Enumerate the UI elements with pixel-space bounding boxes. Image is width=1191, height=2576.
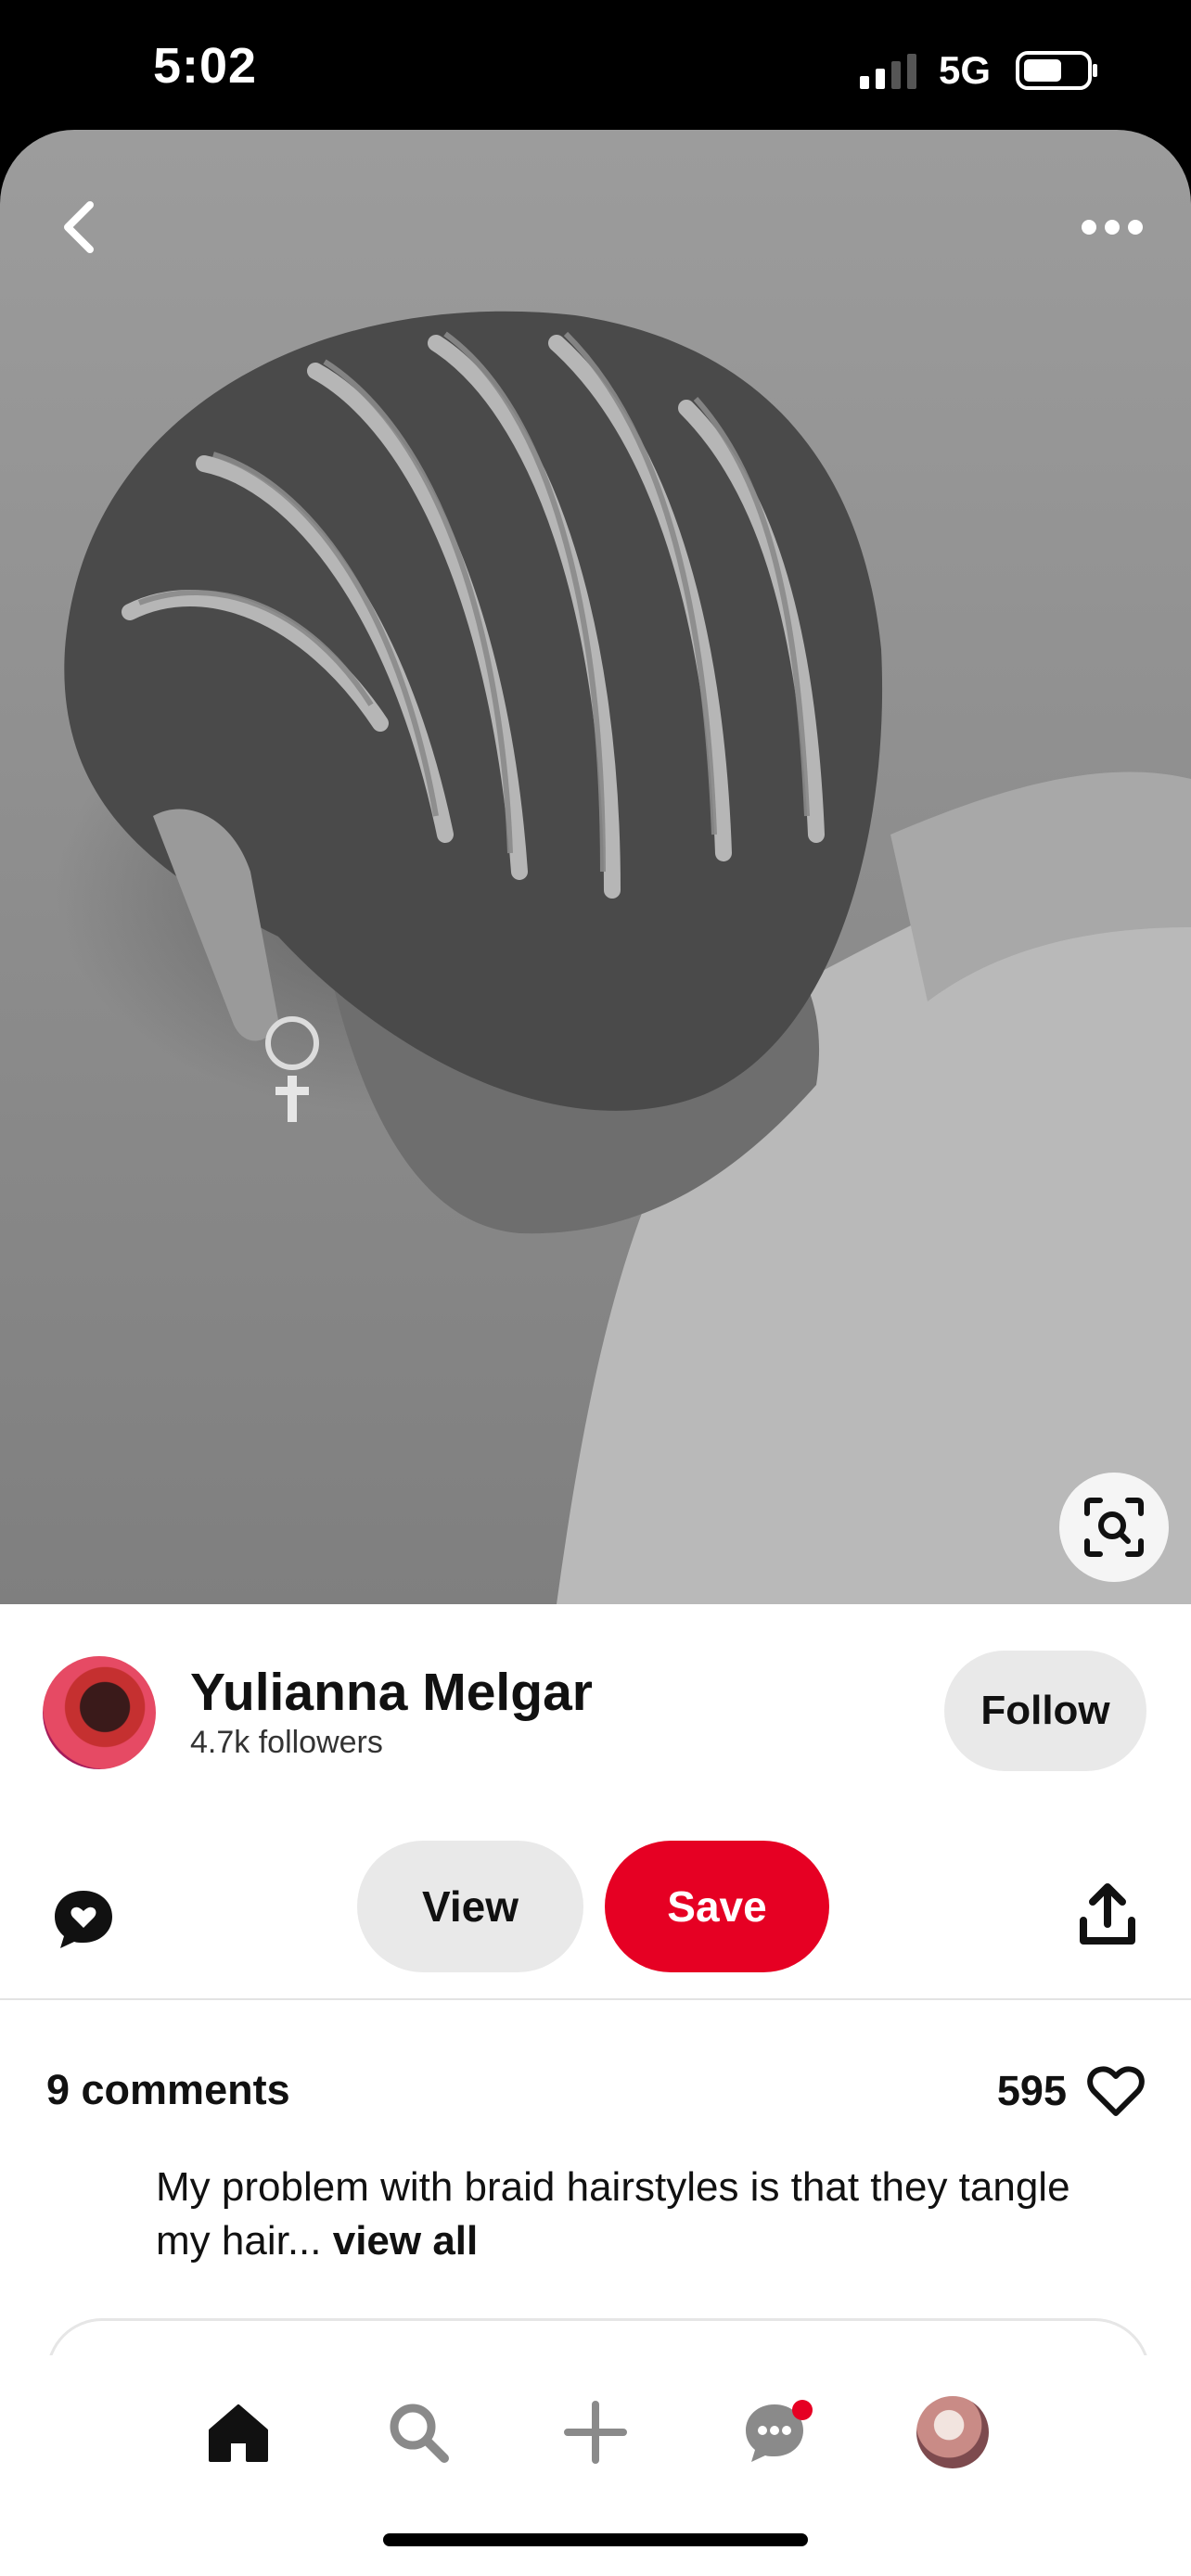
- comment-preview-text: My problem with braid hairstyles is that…: [156, 2164, 1070, 2264]
- notification-dot: [792, 2400, 813, 2420]
- creator-avatar[interactable]: [43, 1656, 156, 1769]
- more-options-button[interactable]: [1070, 185, 1154, 269]
- divider: [0, 1998, 1191, 2000]
- visual-search-button[interactable]: [1059, 1473, 1169, 1582]
- signal-icon: [860, 54, 916, 89]
- creator-name[interactable]: Yulianna Melgar: [190, 1662, 593, 1723]
- home-indicator: [383, 2533, 808, 2546]
- comments-count[interactable]: 9 comments: [46, 2066, 290, 2114]
- comment-preview[interactable]: My problem with braid hairstyles is that…: [156, 2161, 1083, 2268]
- nav-create[interactable]: [554, 2391, 637, 2474]
- view-button[interactable]: View: [357, 1841, 583, 1972]
- share-button[interactable]: [1078, 1883, 1137, 1948]
- nav-profile[interactable]: [911, 2391, 994, 2474]
- battery-icon: [1016, 51, 1097, 90]
- share-icon: [1080, 1883, 1135, 1945]
- comment-heart-icon: [55, 1891, 112, 1948]
- status-bar: 5:02 5G: [0, 0, 1191, 130]
- heart-icon: [1087, 2066, 1145, 2116]
- more-dots-icon: [1082, 220, 1143, 235]
- network-label: 5G: [939, 48, 992, 92]
- creator-followers: 4.7k followers: [190, 1725, 383, 1760]
- action-row: View Save: [0, 1841, 1191, 1989]
- plus-icon: [564, 2401, 627, 2464]
- likes-count: 595: [996, 2067, 1067, 2114]
- save-button[interactable]: Save: [605, 1841, 829, 1972]
- chevron-left-icon: [64, 201, 94, 253]
- follow-button[interactable]: Follow: [944, 1651, 1146, 1771]
- likes-group[interactable]: 595: [997, 2059, 1145, 2123]
- bottom-nav: [0, 2355, 1191, 2576]
- comment-reaction-button[interactable]: [51, 1887, 116, 1952]
- back-button[interactable]: [37, 185, 121, 269]
- view-all-link[interactable]: view all: [333, 2218, 479, 2264]
- status-time: 5:02: [153, 38, 258, 94]
- nav-home[interactable]: [197, 2391, 280, 2474]
- pin-photo: [64, 311, 1191, 1604]
- creator-row: Yulianna Melgar 4.7k followers Follow: [0, 1604, 1191, 1790]
- nav-messages[interactable]: [733, 2391, 816, 2474]
- home-icon: [209, 2404, 268, 2462]
- nav-search[interactable]: [377, 2391, 460, 2474]
- visual-search-icon: [1084, 1498, 1144, 1557]
- pin-image[interactable]: [0, 130, 1191, 1604]
- search-icon: [390, 2404, 449, 2463]
- profile-avatar: [916, 2396, 989, 2468]
